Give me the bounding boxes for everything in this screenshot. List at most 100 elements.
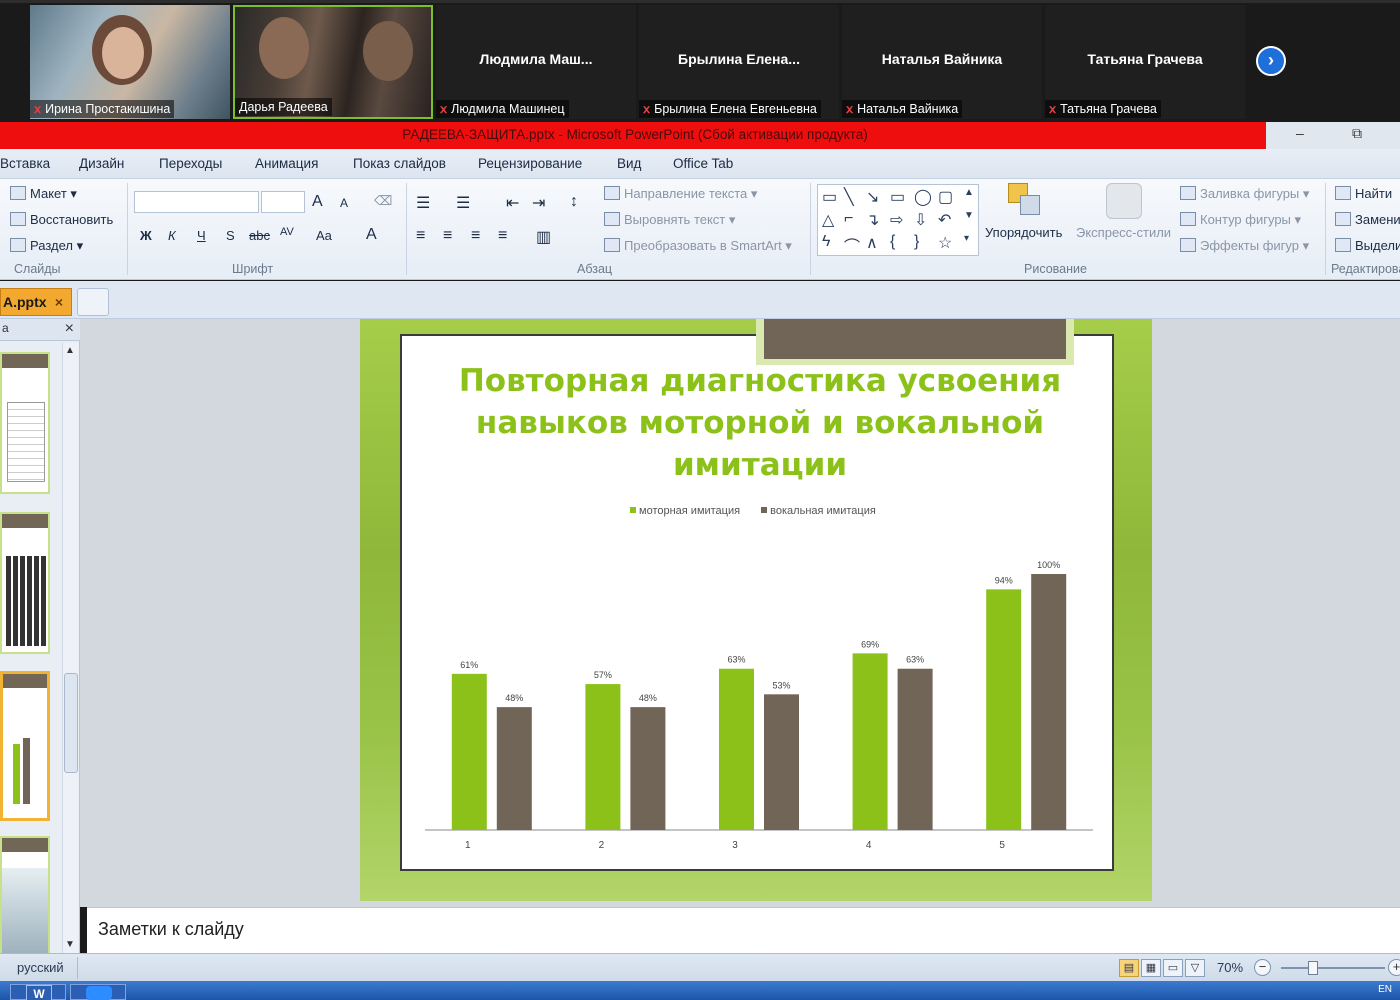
bullets-icon[interactable]: ☰ [416, 193, 430, 213]
notes-pane[interactable]: Заметки к слайду [87, 907, 1400, 953]
select-button[interactable]: Выделить [1335, 238, 1400, 253]
find-button[interactable]: Найти [1335, 186, 1392, 201]
close-tab-icon[interactable]: × [55, 289, 63, 315]
font-size-select[interactable] [261, 191, 305, 213]
arrange-button[interactable]: Упорядочить [985, 225, 1062, 240]
star-shape-icon[interactable]: ☆ [938, 233, 952, 253]
word-taskbar-button[interactable]: W [10, 984, 66, 1000]
scroll-up-icon[interactable]: ▲ [964, 187, 974, 198]
strikethrough-button[interactable]: abc [249, 228, 270, 243]
underline-button[interactable]: Ч [197, 228, 206, 243]
restore-button[interactable]: ⧉ [1352, 125, 1362, 142]
chart-bar[interactable] [496, 707, 532, 830]
normal-view-icon[interactable]: ▤ [1119, 959, 1139, 977]
justify-icon[interactable]: ≡ [498, 227, 507, 245]
participant-tile-2[interactable]: Дарья Радеева [233, 5, 433, 119]
shadow-button[interactable]: S [226, 228, 235, 243]
chart-bar[interactable] [764, 694, 799, 830]
zoom-taskbar-button[interactable] [70, 984, 126, 1000]
slide-sorter-icon[interactable]: ▦ [1141, 959, 1161, 977]
chart-bar[interactable] [630, 707, 666, 830]
shrink-font-button[interactable]: A [340, 196, 348, 210]
align-text-button[interactable]: Выровнять текст ▾ [604, 212, 735, 228]
columns-icon[interactable]: ▥ [536, 227, 551, 247]
bold-button[interactable]: Ж [140, 228, 152, 243]
keyboard-layout[interactable]: EN [1378, 984, 1392, 995]
scroll-down-icon[interactable]: ▼ [65, 939, 75, 950]
slide-thumbnail[interactable] [0, 512, 50, 654]
tab-view[interactable]: Вид [617, 156, 641, 171]
slide-thumbnail-selected[interactable] [0, 671, 50, 821]
zoom-level[interactable]: 70% [1217, 960, 1243, 975]
tab-design[interactable]: Дизайн [79, 156, 124, 171]
minimize-button[interactable]: – [1296, 125, 1304, 141]
quick-styles-button[interactable]: Экспресс-стили [1076, 225, 1171, 240]
freeform-shape-icon[interactable]: ↶ [938, 210, 951, 230]
tab-transitions[interactable]: Переходы [159, 156, 222, 171]
slide-title[interactable]: Повторная диагностика усвоения навыков м… [414, 360, 1106, 486]
thumbnail-scrollbar[interactable]: ▲ ▼ [62, 343, 78, 953]
increase-indent-icon[interactable]: ⇥ [532, 193, 545, 213]
triangle-shape-icon[interactable]: △ [822, 210, 834, 230]
layout-button[interactable]: Макет ▾ [10, 186, 77, 202]
character-spacing-button[interactable]: AV [280, 226, 294, 238]
slide-thumbnail[interactable] [0, 352, 50, 494]
document-tab[interactable]: А.pptx × [0, 288, 72, 316]
more-shapes-icon[interactable]: ▾ [964, 233, 969, 244]
right-brace-icon[interactable]: } [914, 233, 919, 251]
italic-button[interactable]: К [168, 228, 176, 243]
elbow-arrow-icon[interactable]: ↴ [866, 210, 879, 230]
arrow-line-shape-icon[interactable]: ↘ [866, 187, 879, 207]
clear-format-icon[interactable]: ⌫ [374, 193, 392, 209]
zoom-in-button[interactable]: + [1388, 959, 1400, 976]
text-direction-button[interactable]: Направление текста ▾ [604, 186, 757, 202]
font-color-button[interactable]: A [366, 226, 377, 244]
align-left-icon[interactable]: ≡ [416, 227, 425, 245]
chart-bar[interactable] [897, 668, 933, 830]
change-case-button[interactable]: Aa [316, 228, 332, 243]
zoom-out-button[interactable]: − [1254, 959, 1271, 976]
line-shape-icon[interactable]: ╲ [844, 187, 854, 207]
chart-bar[interactable] [986, 589, 1022, 830]
grow-font-button[interactable]: A [312, 193, 323, 211]
textbox-shape-icon[interactable]: ▭ [822, 187, 837, 207]
participant-tile-5[interactable]: Наталья Вайника ⅹ Наталья Вайника [842, 5, 1042, 119]
participant-tile-4[interactable]: Брылина Елена... ⅹ Брылина Елена Евгеньев… [639, 5, 839, 119]
participant-tile-3[interactable]: Людмила Маш... ⅹ Людмила Машинец [436, 5, 636, 119]
line-spacing-icon[interactable]: ↕ [570, 193, 578, 211]
close-panel-icon[interactable]: × [65, 320, 74, 338]
wave-shape-icon[interactable]: ∧ [866, 233, 878, 253]
chart-bar[interactable] [585, 684, 621, 830]
replace-button[interactable]: Заменить [1335, 212, 1400, 227]
numbering-icon[interactable]: ☰ [456, 193, 470, 213]
down-arrow-shape-icon[interactable]: ⇩ [914, 210, 927, 230]
chart-bar[interactable] [719, 668, 754, 830]
scroll-up-icon[interactable]: ▲ [65, 345, 75, 356]
font-family-select[interactable] [134, 191, 259, 213]
chevron-right-icon[interactable]: › [1256, 46, 1286, 76]
tab-insert[interactable]: Вставка [0, 156, 50, 171]
elbow-connector-icon[interactable]: ⌐ [844, 210, 853, 228]
rounded-rect-shape-icon[interactable]: ▢ [938, 187, 953, 207]
chart-bar[interactable] [451, 673, 487, 830]
left-brace-icon[interactable]: { [890, 233, 895, 251]
decrease-indent-icon[interactable]: ⇤ [506, 193, 519, 213]
shape-effects-button[interactable]: Эффекты фигур ▾ [1180, 238, 1309, 254]
scroll-down-icon[interactable]: ▼ [964, 210, 974, 221]
tab-animations[interactable]: Анимация [255, 156, 318, 171]
scrollbar-thumb[interactable] [64, 673, 78, 773]
tab-office-tab[interactable]: Office Tab [673, 156, 733, 171]
chart-bar[interactable] [852, 653, 888, 830]
slide-thumbnail[interactable] [0, 836, 50, 954]
curve-shape-icon[interactable]: ⌒ [844, 233, 860, 257]
shape-outline-button[interactable]: Контур фигуры ▾ [1180, 212, 1301, 228]
zoom-slider[interactable] [1281, 967, 1385, 969]
slideshow-view-icon[interactable]: ▽ [1185, 959, 1205, 977]
language-indicator[interactable]: русский [17, 960, 64, 975]
align-right-icon[interactable]: ≡ [471, 227, 480, 245]
chart-bar[interactable] [1031, 574, 1067, 830]
align-center-icon[interactable]: ≡ [443, 227, 452, 245]
zoom-slider-thumb[interactable] [1308, 961, 1318, 975]
participant-tile-1[interactable]: ⅹ Ирина Простакишина [30, 5, 230, 119]
oval-shape-icon[interactable]: ◯ [914, 187, 932, 207]
